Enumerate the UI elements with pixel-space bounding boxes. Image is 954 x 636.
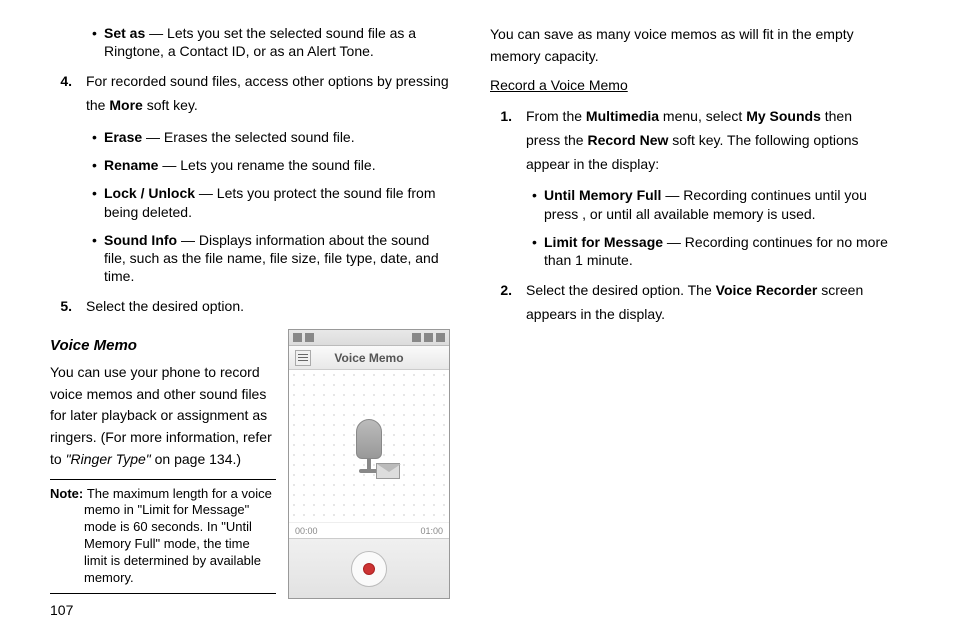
phone-body: 00:00 01:00 xyxy=(289,370,449,598)
envelope-icon xyxy=(376,463,400,479)
bullet-dot: • xyxy=(532,186,544,222)
step-5: 5. Select the desired option. xyxy=(50,295,450,319)
battery-icon xyxy=(436,333,445,342)
right-column: You can save as many voice memos as will… xyxy=(490,24,890,599)
bullet-dot: • xyxy=(92,184,104,220)
bullet-dot: • xyxy=(92,156,104,174)
bullet-limit-msg: • Limit for Message — Recording continue… xyxy=(490,233,890,269)
microphone-icon xyxy=(356,419,382,473)
r1-b1: Multimedia xyxy=(586,108,659,124)
bullet-dot: • xyxy=(92,24,104,60)
record-icon xyxy=(363,563,375,575)
phone-menu-button[interactable] xyxy=(295,350,311,366)
r1-b3: Record New xyxy=(587,132,668,148)
label-erase: Erase xyxy=(104,129,142,145)
bullet-set-as: • Set as — Lets you set the selected sou… xyxy=(50,24,450,60)
step-4-bold: More xyxy=(109,97,142,113)
left-column: • Set as — Lets you set the selected sou… xyxy=(50,24,450,599)
sound-icon xyxy=(424,333,433,342)
note-label: Note: xyxy=(50,486,87,501)
step-5-num: 5. xyxy=(50,295,86,319)
phone-title-bar: Voice Memo xyxy=(289,346,449,370)
step-4-t2: soft key. xyxy=(143,97,198,113)
desc-set-as: — Lets you set the selected sound file a… xyxy=(104,25,416,59)
r2-t1: Select the desired option. The xyxy=(526,282,716,298)
desc-erase: — Erases the selected sound file. xyxy=(142,129,354,145)
label-set-as: Set as xyxy=(104,25,145,41)
step-4-num: 4. xyxy=(50,70,86,118)
note-body: memo in "Limit for Message" mode is 60 s… xyxy=(50,502,276,586)
network-icon xyxy=(305,333,314,342)
bullet-dot: • xyxy=(532,233,544,269)
vm-p2: on page 134.) xyxy=(151,451,241,467)
bullet-until-full: • Until Memory Full — Recording continue… xyxy=(490,186,890,222)
label-limit-msg: Limit for Message xyxy=(544,234,663,250)
label-until-full: Until Memory Full xyxy=(544,187,661,203)
label-lock: Lock / Unlock xyxy=(104,185,195,201)
right-step-1: 1. From the Multimedia menu, select My S… xyxy=(490,105,890,176)
right-step-2: 2. Select the desired option. The Voice … xyxy=(490,279,890,327)
voice-memo-para: You can use your phone to record voice m… xyxy=(50,362,276,470)
step-5-text: Select the desired option. xyxy=(86,295,450,319)
phone-time-strip: 00:00 01:00 xyxy=(289,522,449,538)
bluetooth-icon xyxy=(412,333,421,342)
bullet-dot: • xyxy=(92,231,104,286)
label-rename: Rename xyxy=(104,157,158,173)
label-soundinfo: Sound Info xyxy=(104,232,177,248)
time-elapsed: 00:00 xyxy=(295,526,318,536)
bullet-soundinfo: • Sound Info — Displays information abou… xyxy=(50,231,450,286)
phone-title: Voice Memo xyxy=(317,351,421,365)
r1-t2: menu, select xyxy=(659,108,746,124)
phone-button-area xyxy=(289,538,449,598)
record-subhead: Record a Voice Memo xyxy=(490,75,890,97)
phone-screenshot: Voice Memo 00:00 01:00 xyxy=(288,329,450,599)
vm-ref: "Ringer Type" xyxy=(66,451,151,467)
r1-t1: From the xyxy=(526,108,586,124)
r-step2-num: 2. xyxy=(490,279,526,327)
r2-b1: Voice Recorder xyxy=(716,282,818,298)
note-block: Note: The maximum length for a voice mem… xyxy=(50,479,276,594)
page-content: • Set as — Lets you set the selected sou… xyxy=(0,0,954,609)
bullet-erase: • Erase — Erases the selected sound file… xyxy=(50,128,450,146)
bullet-lock: • Lock / Unlock — Lets you protect the s… xyxy=(50,184,450,220)
bullet-rename: • Rename — Lets you rename the sound fil… xyxy=(50,156,450,174)
desc-rename: — Lets you rename the sound file. xyxy=(158,157,375,173)
phone-status-bar xyxy=(289,330,449,346)
record-button[interactable] xyxy=(351,551,387,587)
note-first-line: The maximum length for a voice xyxy=(87,486,272,501)
step-4: 4. For recorded sound files, access othe… xyxy=(50,70,450,118)
r1-b2: My Sounds xyxy=(746,108,821,124)
r-step1-num: 1. xyxy=(490,105,526,176)
page-number: 107 xyxy=(50,602,73,618)
right-intro: You can save as many voice memos as will… xyxy=(490,24,890,67)
voice-memo-title: Voice Memo xyxy=(50,337,276,354)
bullet-dot: • xyxy=(92,128,104,146)
signal-icon xyxy=(293,333,302,342)
phone-record-area xyxy=(289,370,449,522)
voice-memo-section: Voice Memo You can use your phone to rec… xyxy=(50,329,450,599)
time-total: 01:00 xyxy=(420,526,443,536)
